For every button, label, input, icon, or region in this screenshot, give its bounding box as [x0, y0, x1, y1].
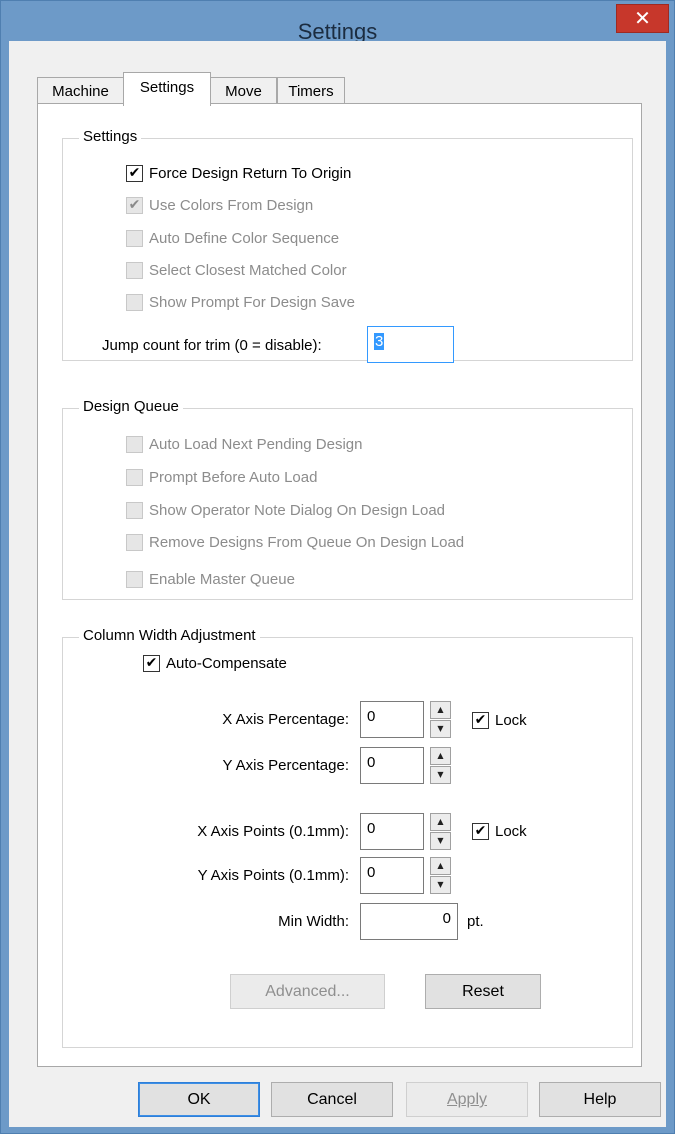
option-select-closest-color[interactable]: Select Closest Matched Color — [126, 259, 347, 281]
advanced-button[interactable]: Advanced... — [230, 974, 385, 1009]
column-width-group: Column Width Adjustment ✔ Auto-Compensat… — [62, 627, 633, 1048]
option-label: Show Prompt For Design Save — [149, 293, 355, 311]
auto-compensate-option[interactable]: ✔ Auto-Compensate — [143, 652, 287, 674]
lock-percentage-option[interactable]: ✔ Lock — [472, 709, 527, 731]
x-axis-percentage-spinner[interactable]: ▲ ▼ — [430, 701, 451, 738]
ok-button[interactable]: OK — [138, 1082, 260, 1117]
option-show-operator-note[interactable]: Show Operator Note Dialog On Design Load — [126, 499, 445, 521]
check-icon: ✔ — [474, 823, 487, 839]
jump-count-input[interactable]: 3 — [367, 326, 454, 363]
x-axis-percentage-input[interactable]: 0 — [360, 701, 424, 738]
checkbox[interactable] — [126, 293, 143, 311]
check-icon: ✔ — [145, 655, 158, 671]
reset-button[interactable]: Reset — [425, 974, 541, 1009]
tab-panel-settings: Settings ✔ Force Design Return To Origin… — [37, 103, 642, 1067]
option-prompt-before-load[interactable]: Prompt Before Auto Load — [126, 466, 317, 488]
tab-settings[interactable]: Settings — [123, 72, 211, 106]
checkbox[interactable] — [126, 435, 143, 453]
checkbox[interactable] — [126, 468, 143, 486]
arrow-down-icon[interactable]: ▼ — [430, 832, 451, 850]
tab-move[interactable]: Move — [210, 77, 277, 105]
checkbox[interactable]: ✔ — [472, 822, 489, 840]
x-axis-points-label: X Axis Points (0.1mm): — [197, 823, 349, 840]
lock-points-option[interactable]: ✔ Lock — [472, 820, 527, 842]
close-icon: ✕ — [634, 6, 651, 30]
tab-machine[interactable]: Machine — [37, 77, 124, 105]
option-label: Use Colors From Design — [149, 196, 314, 214]
y-axis-points-spinner[interactable]: ▲ ▼ — [430, 857, 451, 894]
option-label: Prompt Before Auto Load — [149, 468, 318, 486]
check-icon: ✔ — [128, 165, 141, 181]
x-axis-points-input[interactable]: 0 — [360, 813, 424, 850]
checkbox[interactable]: ✔ — [126, 164, 143, 182]
option-auto-define-color[interactable]: Auto Define Color Sequence — [126, 227, 339, 249]
checkbox[interactable] — [126, 570, 143, 588]
group-title-column-width: Column Width Adjustment — [79, 627, 260, 644]
option-label: Lock — [495, 822, 527, 840]
checkbox[interactable]: ✔ — [126, 196, 143, 214]
check-icon: ✔ — [128, 197, 141, 213]
option-auto-load-next[interactable]: Auto Load Next Pending Design — [126, 433, 362, 455]
close-button[interactable]: ✕ — [616, 4, 669, 33]
cancel-button[interactable]: Cancel — [271, 1082, 393, 1117]
y-axis-points-label: Y Axis Points (0.1mm): — [197, 867, 349, 884]
checkbox[interactable] — [126, 229, 143, 247]
option-label: Lock — [495, 711, 527, 729]
jump-count-label: Jump count for trim (0 = disable): — [102, 337, 322, 354]
arrow-down-icon[interactable]: ▼ — [430, 720, 451, 738]
min-width-input[interactable]: 0 — [360, 903, 458, 940]
option-show-prompt-save[interactable]: Show Prompt For Design Save — [126, 291, 355, 313]
check-icon: ✔ — [474, 712, 487, 728]
settings-group: Settings ✔ Force Design Return To Origin… — [62, 128, 633, 363]
y-axis-percentage-label: Y Axis Percentage: — [222, 757, 349, 774]
option-label: Auto-Compensate — [166, 654, 287, 672]
option-label: Show Operator Note Dialog On Design Load — [149, 501, 446, 519]
checkbox[interactable] — [126, 533, 143, 551]
option-label: Auto Define Color Sequence — [149, 229, 340, 247]
checkbox[interactable]: ✔ — [472, 711, 489, 729]
option-force-return-origin[interactable]: ✔ Force Design Return To Origin — [126, 162, 351, 184]
arrow-up-icon[interactable]: ▲ — [430, 747, 451, 765]
min-width-unit: pt. — [467, 913, 484, 930]
option-label: Enable Master Queue — [149, 570, 295, 588]
option-label: Remove Designs From Queue On Design Load — [149, 533, 465, 551]
y-axis-percentage-spinner[interactable]: ▲ ▼ — [430, 747, 451, 784]
y-axis-percentage-input[interactable]: 0 — [360, 747, 424, 784]
x-axis-points-spinner[interactable]: ▲ ▼ — [430, 813, 451, 850]
arrow-down-icon[interactable]: ▼ — [430, 766, 451, 784]
group-title-design-queue: Design Queue — [79, 398, 183, 415]
arrow-up-icon[interactable]: ▲ — [430, 857, 451, 875]
y-axis-points-input[interactable]: 0 — [360, 857, 424, 894]
dialog-client-area: Machine Settings Move Timers Settings ✔ … — [9, 41, 666, 1127]
option-label: Auto Load Next Pending Design — [149, 435, 363, 453]
help-button[interactable]: Help — [539, 1082, 661, 1117]
checkbox[interactable] — [126, 261, 143, 279]
arrow-up-icon[interactable]: ▲ — [430, 813, 451, 831]
option-label: Force Design Return To Origin — [149, 164, 352, 182]
option-enable-master-queue[interactable]: Enable Master Queue — [126, 568, 295, 590]
design-queue-group: Design Queue Auto Load Next Pending Desi… — [62, 398, 633, 600]
checkbox[interactable] — [126, 501, 143, 519]
tab-timers[interactable]: Timers — [277, 77, 345, 105]
settings-dialog: Settings ✕ Machine Settings Move Timers … — [0, 0, 675, 1134]
min-width-label: Min Width: — [278, 913, 349, 930]
arrow-down-icon[interactable]: ▼ — [430, 876, 451, 894]
option-remove-designs[interactable]: Remove Designs From Queue On Design Load — [126, 531, 464, 553]
group-title-settings: Settings — [79, 128, 142, 145]
arrow-up-icon[interactable]: ▲ — [430, 701, 451, 719]
option-use-colors[interactable]: ✔ Use Colors From Design — [126, 194, 313, 216]
option-label: Select Closest Matched Color — [149, 261, 347, 279]
x-axis-percentage-label: X Axis Percentage: — [222, 711, 349, 728]
checkbox[interactable]: ✔ — [143, 654, 160, 672]
apply-button[interactable]: Apply — [406, 1082, 528, 1117]
